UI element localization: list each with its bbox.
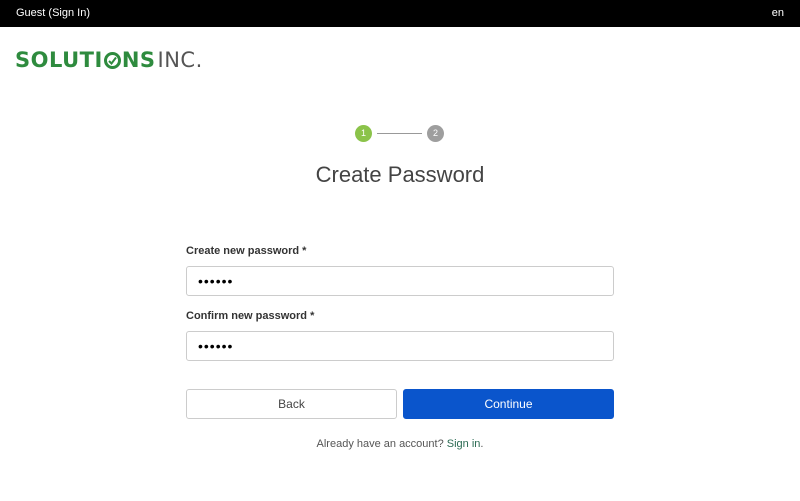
required-marker: *: [310, 310, 315, 322]
logo-inc: INC.: [157, 48, 203, 72]
confirm-password-label-text: Confirm new password: [186, 310, 308, 322]
required-marker: *: [302, 245, 307, 257]
top-bar: Guest (Sign In) en: [0, 0, 800, 27]
language-selector[interactable]: en: [772, 7, 784, 19]
logo-brand-left: SOLUTI: [15, 48, 103, 72]
step-2-indicator: 2: [427, 125, 444, 142]
company-logo: SOLUTI NS INC.: [15, 47, 203, 73]
page-title: Create Password: [315, 162, 485, 187]
logo-check-icon: [103, 51, 121, 69]
step-1-indicator: 1: [355, 125, 372, 142]
continue-button[interactable]: Continue: [403, 389, 614, 419]
new-password-label: Create new password *: [186, 245, 306, 257]
sign-in-period: .: [480, 438, 484, 450]
sign-in-link[interactable]: Sign in: [447, 438, 481, 450]
confirm-password-label: Confirm new password *: [186, 310, 314, 322]
logo-brand-right: NS: [121, 48, 156, 72]
back-button[interactable]: Back: [186, 389, 397, 419]
step-connector: [377, 133, 422, 134]
new-password-value: ••••••: [198, 273, 234, 289]
guest-sign-in-link[interactable]: Guest (Sign In): [16, 7, 90, 19]
sign-in-prompt: Already have an account? Sign in.: [0, 438, 800, 450]
new-password-field[interactable]: ••••••: [186, 266, 614, 296]
progress-stepper: 1 2: [355, 125, 445, 142]
new-password-label-text: Create new password: [186, 245, 300, 257]
logo-brand: SOLUTI NS: [15, 48, 156, 72]
confirm-password-field[interactable]: ••••••: [186, 331, 614, 361]
sign-in-prompt-text: Already have an account?: [316, 438, 444, 450]
confirm-password-value: ••••••: [198, 338, 234, 354]
